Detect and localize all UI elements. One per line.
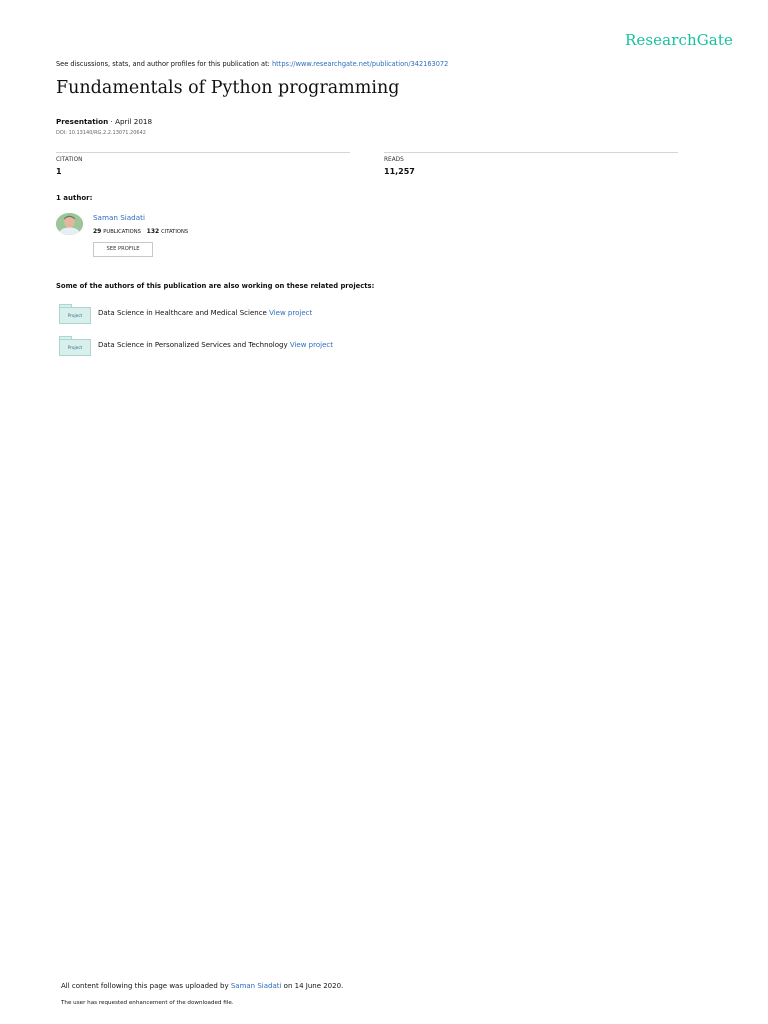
publication-date: April 2018 bbox=[115, 117, 153, 126]
project-item-2: Data Science in Personalized Services an… bbox=[98, 341, 333, 349]
author-photo-icon bbox=[56, 213, 83, 235]
author-publications-count: 29 bbox=[93, 228, 102, 235]
researchgate-logo[interactable]: ResearchGate bbox=[625, 31, 733, 49]
folder-label: Project bbox=[59, 307, 91, 324]
uploader-link[interactable]: Saman Siadati bbox=[231, 982, 282, 990]
publication-url-link[interactable]: https://www.researchgate.net/publication… bbox=[272, 60, 448, 68]
author-publications-label: PUBLICATIONS bbox=[103, 229, 141, 235]
authors-label: 1 author: bbox=[56, 194, 93, 202]
citation-value: 1 bbox=[56, 167, 62, 176]
author-avatar[interactable] bbox=[56, 213, 83, 235]
publication-type: Presentation bbox=[56, 117, 109, 126]
upload-suffix: on 14 June 2020. bbox=[281, 982, 344, 990]
project-item-1: Data Science in Healthcare and Medical S… bbox=[98, 309, 312, 317]
author-citations-count: 132 bbox=[146, 228, 160, 235]
project-folder-icon[interactable]: Project bbox=[59, 336, 91, 356]
see-profile-button[interactable]: SEE PROFILE bbox=[93, 242, 153, 257]
doi-text: DOI: 10.13140/RG.2.2.13071.20642 bbox=[56, 130, 146, 136]
publication-title: Fundamentals of Python programming bbox=[56, 78, 400, 98]
discussion-line: See discussions, stats, and author profi… bbox=[56, 60, 448, 68]
enhancement-note: The user has requested enhancement of th… bbox=[61, 1000, 234, 1006]
reads-divider bbox=[384, 152, 678, 153]
view-project-link-2[interactable]: View project bbox=[290, 341, 333, 349]
author-name-link[interactable]: Saman Siadati bbox=[93, 213, 145, 222]
citation-label: CITATION bbox=[56, 157, 83, 163]
reads-value: 11,257 bbox=[384, 167, 415, 176]
author-stats: 29 PUBLICATIONS 132 CITATIONS bbox=[93, 228, 188, 235]
upload-note: All content following this page was uplo… bbox=[61, 982, 343, 990]
author-citations-label: CITATIONS bbox=[161, 229, 189, 235]
project-name-1: Data Science in Healthcare and Medical S… bbox=[98, 309, 267, 317]
project-folder-icon[interactable]: Project bbox=[59, 304, 91, 324]
project-name-2: Data Science in Personalized Services an… bbox=[98, 341, 288, 349]
upload-prefix: All content following this page was uplo… bbox=[61, 982, 231, 990]
related-projects-label: Some of the authors of this publication … bbox=[56, 282, 375, 290]
publication-type-line: Presentation · April 2018 bbox=[56, 117, 152, 126]
folder-label: Project bbox=[59, 339, 91, 356]
citation-divider bbox=[56, 152, 350, 153]
reads-label: READS bbox=[384, 157, 404, 163]
view-project-link-1[interactable]: View project bbox=[269, 309, 312, 317]
discussion-text: See discussions, stats, and author profi… bbox=[56, 60, 272, 68]
